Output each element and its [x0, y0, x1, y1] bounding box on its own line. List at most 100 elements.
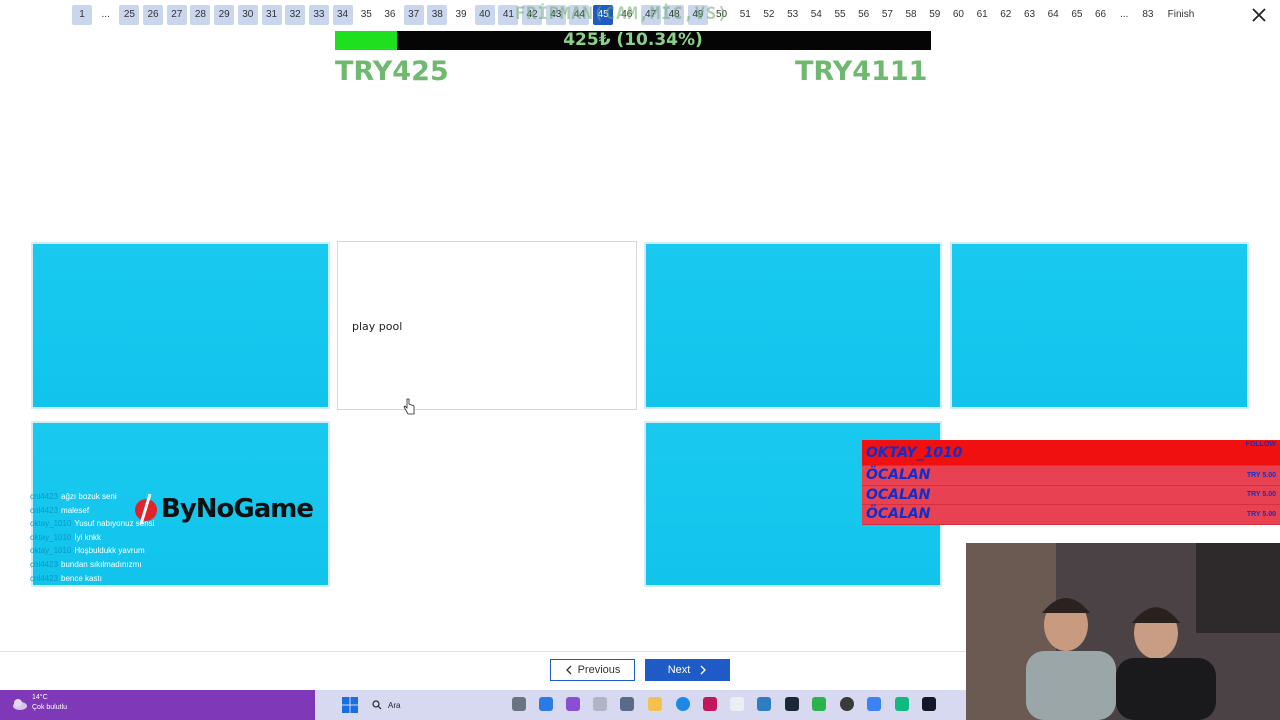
page-button[interactable]: 44 — [569, 5, 590, 25]
page-button[interactable]: 42 — [522, 5, 543, 25]
page-button[interactable]: 43 — [545, 5, 566, 25]
page-button[interactable]: 63 — [1020, 5, 1040, 25]
app-icon[interactable] — [757, 697, 771, 711]
page-button[interactable]: 46 — [617, 5, 637, 25]
brand-flame-icon — [135, 493, 157, 525]
cloud-icon — [13, 699, 27, 710]
page-button[interactable]: 45 — [593, 5, 614, 25]
page-button[interactable]: 62 — [996, 5, 1016, 25]
page-button[interactable]: 65 — [1067, 5, 1087, 25]
page-button[interactable]: 30 — [237, 5, 258, 25]
page-button[interactable]: 53 — [783, 5, 803, 25]
page-button[interactable]: 28 — [190, 5, 211, 25]
donation-row: ÖCALAN TRY 5.00 — [862, 505, 1280, 525]
divider — [0, 651, 966, 652]
page-button[interactable]: 25 — [119, 5, 140, 25]
memory-card-1[interactable] — [31, 242, 330, 409]
app-icon[interactable] — [703, 697, 717, 711]
memory-card-2[interactable]: play pool — [337, 241, 637, 410]
finish-button[interactable]: Finish — [1162, 5, 1201, 25]
page-button[interactable]: 54 — [806, 5, 826, 25]
page-button[interactable]: 60 — [948, 5, 968, 25]
previous-button[interactable]: Previous — [550, 659, 635, 681]
page-button[interactable]: 51 — [735, 5, 755, 25]
chat-line: oktay_1010 Hoşbuldukk yavrum — [30, 546, 145, 556]
page-button[interactable]: 26 — [143, 5, 164, 25]
page-button[interactable]: 39 — [451, 5, 471, 25]
page-button[interactable]: 61 — [972, 5, 992, 25]
page-button[interactable]: 34 — [332, 5, 353, 25]
taskbar-search[interactable]: Ara — [366, 695, 496, 715]
page-button[interactable]: 48 — [664, 5, 685, 25]
store-icon[interactable] — [593, 697, 607, 711]
brand-text: ByNoGame — [161, 494, 314, 524]
app-icon[interactable] — [812, 697, 826, 711]
donation-row: ÖCALAN TRY 5.00 — [862, 466, 1280, 486]
app-icon[interactable] — [895, 697, 909, 711]
page-ellipsis: ... — [101, 9, 110, 20]
page-button[interactable]: 50 — [712, 5, 732, 25]
app-icon[interactable] — [867, 697, 881, 711]
page-button[interactable]: 55 — [830, 5, 850, 25]
donation-row: OCALAN TRY 5.00 — [862, 485, 1280, 505]
document-icon[interactable] — [730, 697, 744, 711]
card-text: play pool — [352, 320, 403, 333]
page-button[interactable]: 58 — [901, 5, 921, 25]
weather-temp: 14°C — [32, 694, 48, 701]
task-view-icon[interactable] — [512, 697, 526, 711]
question-pager: 1... 25 26 27 28 29 30 31 32 33 34 35 36 37 38 39 40 41 42… — [0, 0, 1280, 32]
page-button[interactable]: 36 — [380, 5, 400, 25]
page-ellipsis: ... — [1120, 9, 1129, 20]
page-button[interactable]: 66 — [1091, 5, 1111, 25]
hand-cursor-icon — [403, 398, 415, 415]
close-icon[interactable] — [1250, 6, 1268, 24]
search-placeholder: Ara — [388, 700, 401, 710]
page-button[interactable]: 38 — [427, 5, 448, 25]
page-button[interactable]: 83 — [1138, 5, 1158, 25]
donation-progress-bar: 425₺ (10.34%) — [335, 31, 931, 50]
goal-current-amount: TRY425 — [335, 56, 449, 87]
page-button[interactable]: 1 — [72, 5, 92, 25]
windows-start-icon[interactable] — [342, 697, 358, 713]
obs-icon[interactable] — [840, 697, 854, 711]
search-icon — [372, 700, 382, 710]
page-button[interactable]: 35 — [356, 5, 376, 25]
previous-label: Previous — [577, 664, 621, 676]
memory-card-4[interactable] — [950, 242, 1249, 409]
app-icon[interactable] — [566, 697, 580, 711]
page-button[interactable]: 57 — [877, 5, 897, 25]
page-button[interactable]: 41 — [498, 5, 519, 25]
page-button[interactable]: 47 — [640, 5, 661, 25]
chevron-left-icon — [565, 665, 572, 675]
edge-icon[interactable] — [676, 697, 690, 711]
donation-list: OKTAY_1010 FOLLOW ÖCALAN TRY 5.00 OCALAN… — [862, 440, 1280, 525]
donation-row: OKTAY_1010 FOLLOW — [862, 440, 1280, 466]
progress-text: 425₺ (10.34%) — [563, 30, 703, 50]
page-button[interactable]: 59 — [925, 5, 945, 25]
page-button[interactable]: 32 — [285, 5, 306, 25]
page-button[interactable]: 33 — [308, 5, 329, 25]
page-button[interactable]: 37 — [403, 5, 424, 25]
bynogame-logo: ByNoGame — [133, 492, 314, 526]
memory-card-3[interactable] — [644, 242, 942, 409]
page-button[interactable]: 27 — [166, 5, 187, 25]
page-button[interactable]: 56 — [854, 5, 874, 25]
chat-line: cnl4423 bundan sıkılmadınızmı — [30, 559, 142, 569]
page-button[interactable]: 52 — [759, 5, 779, 25]
page-button[interactable]: 29 — [214, 5, 235, 25]
pager-list: 1... 25 26 27 28 29 30 31 32 33 34 35 36 37 38 39 40 41 42… — [72, 5, 1204, 25]
page-button[interactable]: 40 — [474, 5, 495, 25]
app-icon[interactable] — [620, 697, 634, 711]
next-button[interactable]: Next — [645, 659, 730, 681]
page-button[interactable]: 64 — [1043, 5, 1063, 25]
app-icon[interactable] — [539, 697, 553, 711]
goal-target-amount: TRY4111 — [795, 56, 928, 87]
chat-line: cnl4423 bence kastı — [30, 573, 102, 583]
page-button[interactable]: 49 — [687, 5, 708, 25]
page-button[interactable]: 31 — [261, 5, 282, 25]
steam-icon[interactable] — [785, 697, 799, 711]
chat-line: oktay_1010 İyi knkk — [30, 532, 102, 542]
app-icon[interactable] — [922, 697, 936, 711]
weather-widget[interactable]: 14°C Çok bulutlu — [0, 690, 315, 720]
file-explorer-icon[interactable] — [648, 697, 662, 711]
